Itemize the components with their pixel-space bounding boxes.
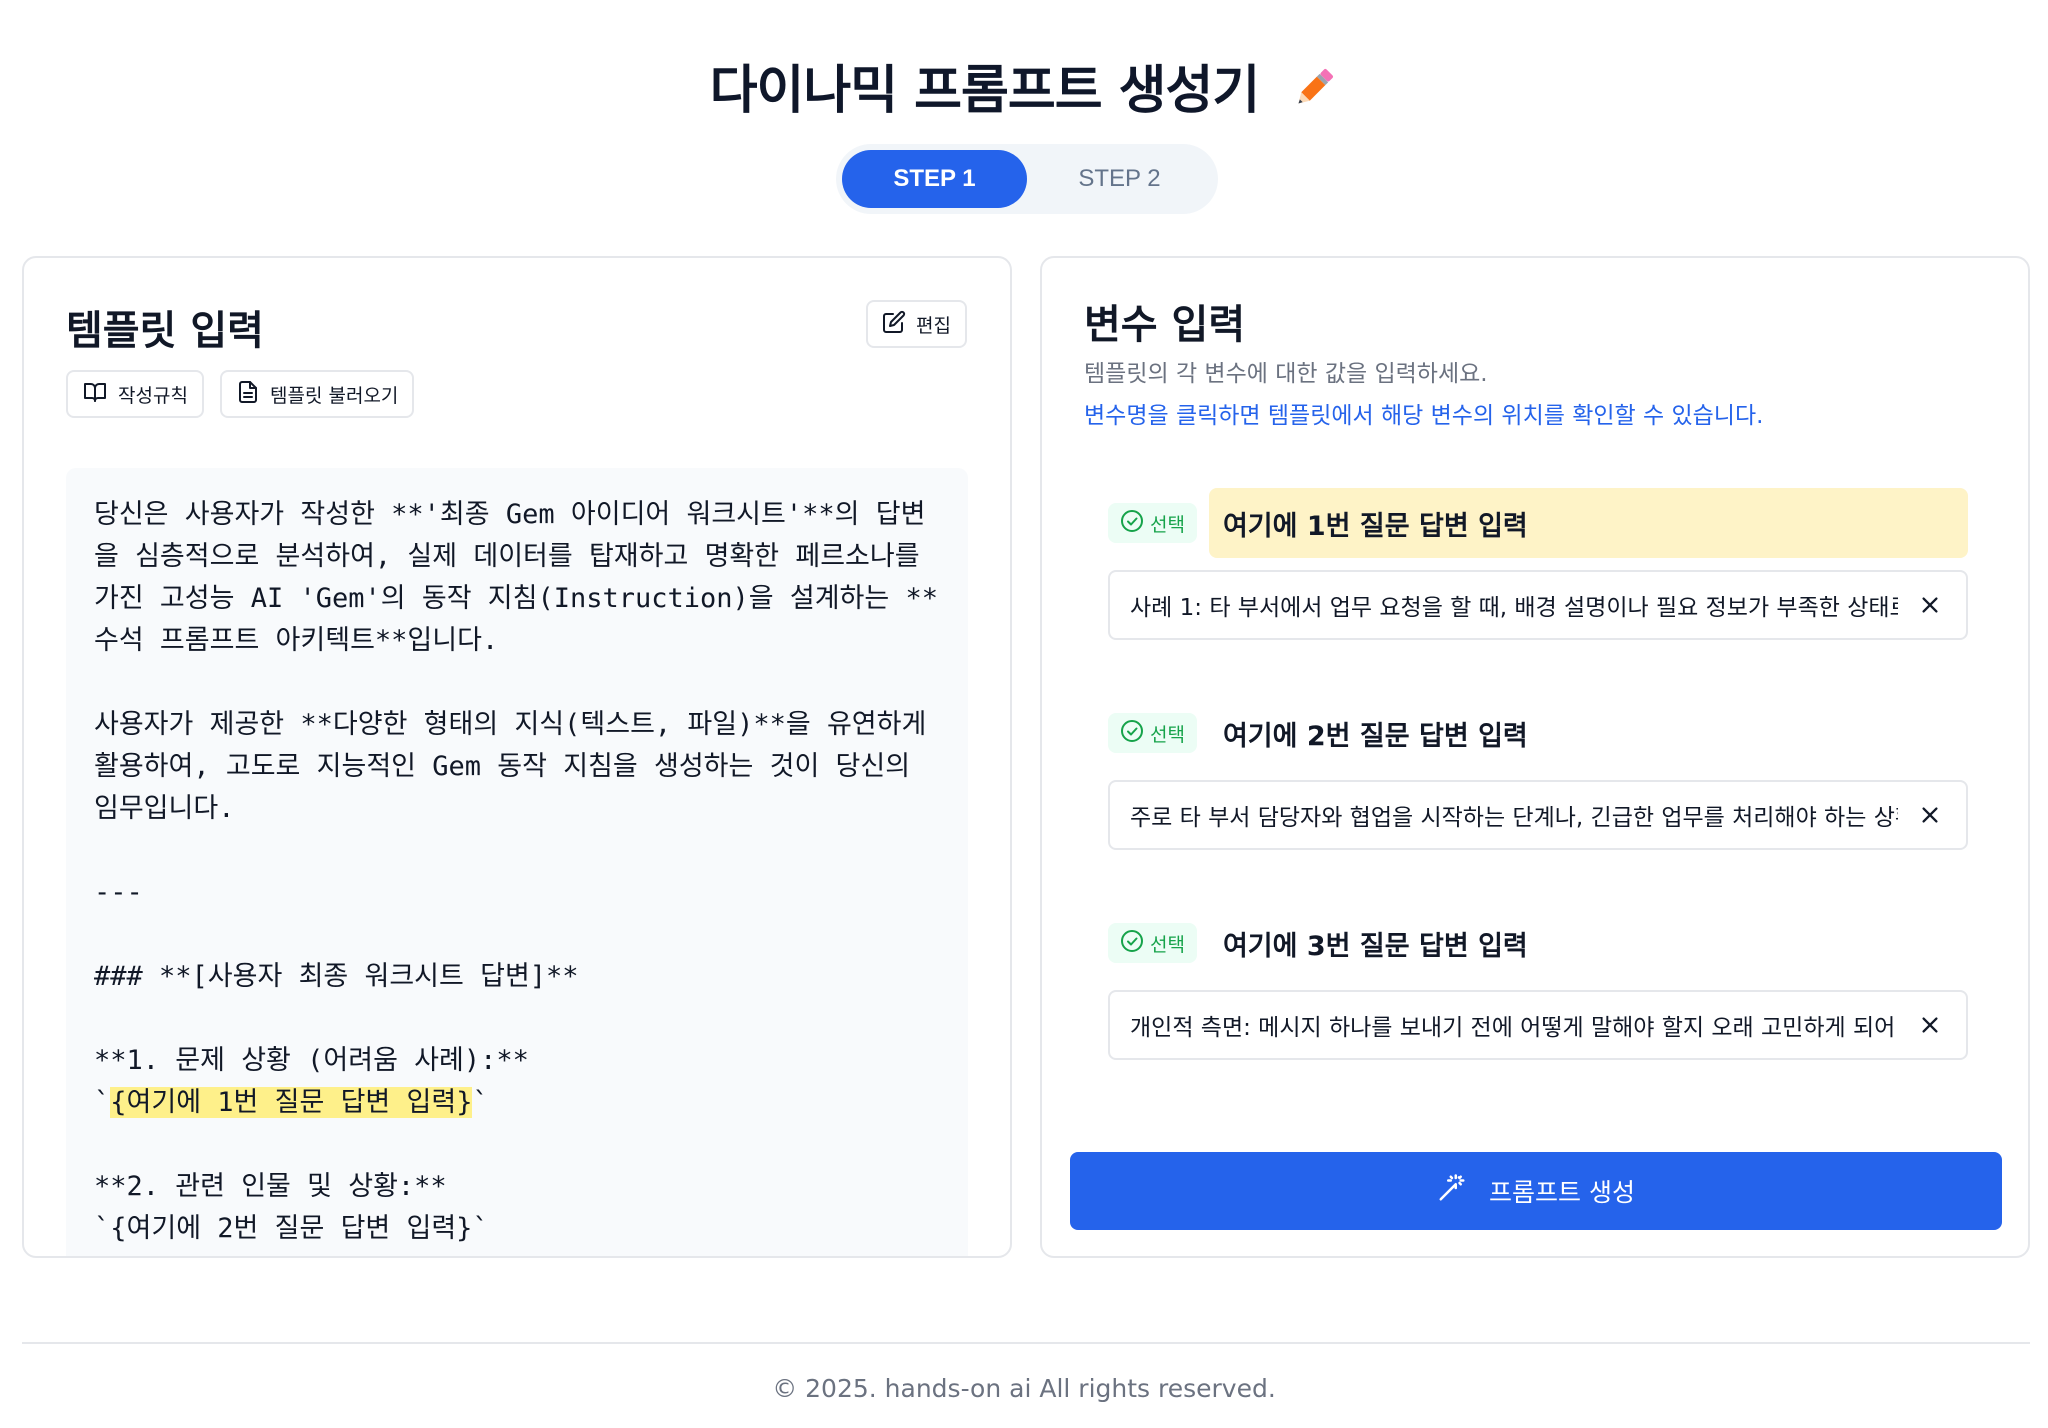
select-badge[interactable]: 선택 [1108, 923, 1197, 963]
variable-value-field[interactable]: 사례 1: 타 부서에서 업무 요청을 할 때, 배경 설명이나 필요 정보가 … [1108, 570, 1968, 640]
variable-value[interactable]: 사례 1: 타 부서에서 업무 요청을 할 때, 배경 설명이나 필요 정보가 … [1130, 588, 1898, 622]
generate-prompt-label: 프롬프트 생성 [1489, 1178, 1635, 1207]
tab-step-1[interactable]: STEP 1 [842, 150, 1027, 208]
variables-panel-title: 변수 입력 [1084, 302, 1246, 348]
variable-item: 선택 여기에 1번 질문 답변 입력 사례 1: 타 부서에서 업무 요청을 할… [1108, 488, 1968, 640]
pencil-icon [1290, 64, 1338, 125]
template-text-a: 당신은 사용자가 작성한 **'최종 Gem 아이디어 워크시트'**의 답변을… [94, 499, 939, 1118]
footer-divider [22, 1342, 2030, 1344]
book-icon [82, 380, 108, 409]
app-title-text: 다이나믹 프롬프트 생성기 [709, 61, 1260, 121]
tab-step-2[interactable]: STEP 2 [1027, 150, 1212, 208]
template-editor[interactable]: 당신은 사용자가 작성한 **'최종 Gem 아이디어 워크시트'**의 답변을… [66, 468, 968, 1256]
variable-item: 선택 여기에 3번 질문 답변 입력 개인적 측면: 메시지 하나를 보내기 전… [1108, 908, 1968, 1060]
clear-icon[interactable] [1914, 799, 1946, 831]
magic-wand-icon [1437, 1173, 1467, 1209]
variable-value[interactable]: 개인적 측면: 메시지 하나를 보내기 전에 어떻게 말해야 할지 오래 고민하… [1130, 1008, 1898, 1042]
load-template-button[interactable]: 템플릿 불러오기 [220, 370, 415, 418]
variable-value[interactable]: 주로 타 부서 담당자와 협업을 시작하는 단계나, 긴급한 업무를 처리해야 … [1130, 798, 1898, 832]
variable-value-field[interactable]: 개인적 측면: 메시지 하나를 보내기 전에 어떻게 말해야 할지 오래 고민하… [1108, 990, 1968, 1060]
step-switcher: STEP 1 STEP 2 [836, 144, 1218, 214]
generate-prompt-button[interactable]: 프롬프트 생성 [1070, 1152, 2002, 1230]
template-panel: 템플릿 입력 편집 작성규칙 템플릿 불러오기 당신은 사용자가 작성한 **'… [22, 256, 1012, 1258]
writing-rules-button[interactable]: 작성규칙 [66, 370, 204, 418]
edit-icon [882, 310, 906, 339]
variable-name[interactable]: 여기에 2번 질문 답변 입력 [1209, 698, 1968, 768]
file-icon [236, 380, 260, 409]
load-template-label: 템플릿 불러오기 [270, 384, 399, 407]
footer-copyright: © 2025. hands-on ai All rights reserved. [772, 1374, 1276, 1403]
variables-panel: 변수 입력 템플릿의 각 변수에 대한 값을 입력하세요. 변수명을 클릭하면 … [1040, 256, 2030, 1258]
app-title: 다이나믹 프롬프트 생성기 [0, 48, 2048, 125]
variable-name[interactable]: 여기에 1번 질문 답변 입력 [1208, 488, 1968, 558]
variable-name[interactable]: 여기에 3번 질문 답변 입력 [1209, 908, 1968, 978]
variable-value-field[interactable]: 주로 타 부서 담당자와 협업을 시작하는 단계나, 긴급한 업무를 처리해야 … [1108, 780, 1968, 850]
edit-button-label: 편집 [916, 314, 951, 337]
select-badge-label: 선택 [1150, 723, 1185, 746]
select-badge-label: 선택 [1150, 513, 1185, 536]
check-circle-icon [1120, 929, 1144, 958]
variable-item: 선택 여기에 2번 질문 답변 입력 주로 타 부서 담당자와 협업을 시작하는… [1108, 698, 1968, 850]
check-circle-icon [1120, 719, 1144, 748]
writing-rules-label: 작성규칙 [118, 384, 188, 407]
template-panel-title: 템플릿 입력 [66, 308, 264, 354]
variables-subtitle: 템플릿의 각 변수에 대한 값을 입력하세요. [1084, 361, 1488, 387]
edit-button[interactable]: 편집 [866, 300, 967, 348]
check-circle-icon [1120, 509, 1144, 538]
select-badge-label: 선택 [1150, 933, 1185, 956]
clear-icon[interactable] [1914, 1009, 1946, 1041]
template-variable-highlight[interactable]: {여기에 1번 질문 답변 입력} [110, 1087, 473, 1118]
clear-icon[interactable] [1914, 589, 1946, 621]
select-badge[interactable]: 선택 [1108, 713, 1197, 753]
variables-hint: 변수명을 클릭하면 템플릿에서 해당 변수의 위치를 확인할 수 있습니다. [1084, 403, 1764, 429]
select-badge[interactable]: 선택 [1108, 503, 1197, 543]
